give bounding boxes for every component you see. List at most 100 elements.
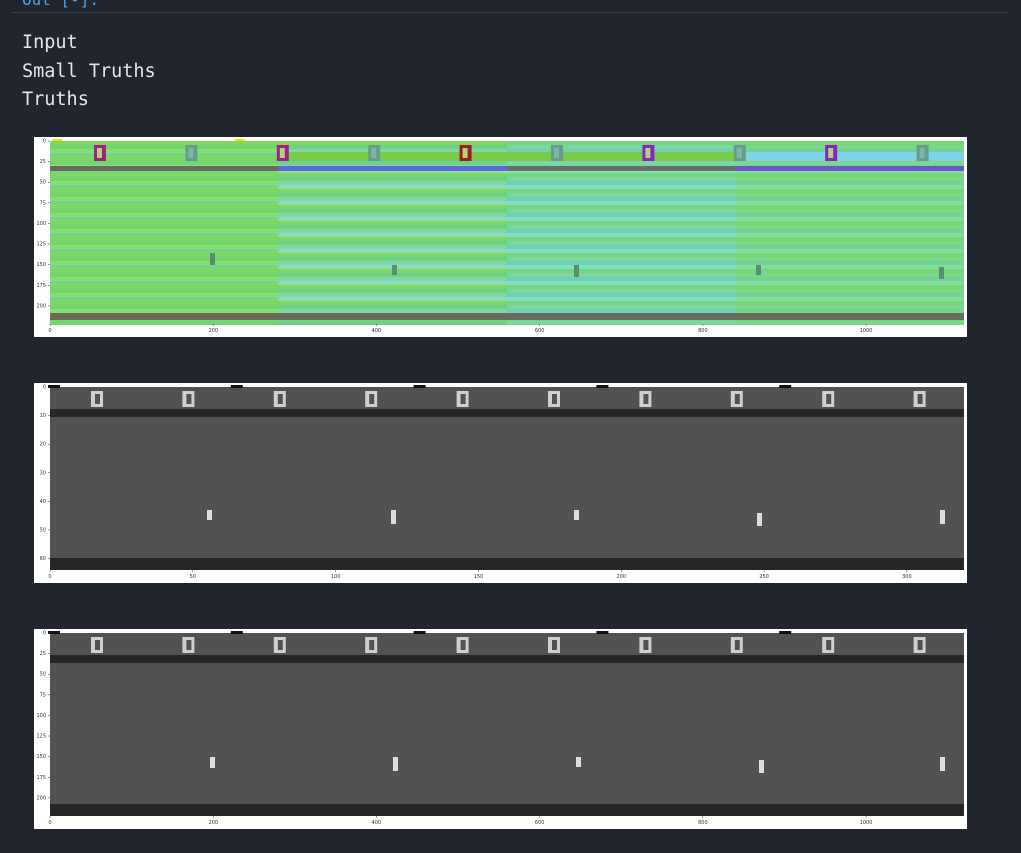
input-stripe — [50, 233, 279, 237]
input-stripe — [278, 289, 507, 293]
input-stripe — [50, 197, 279, 201]
input-stripe — [278, 201, 507, 205]
input-paddle — [939, 267, 944, 279]
input-stripe — [278, 237, 507, 241]
score-marker — [779, 631, 792, 634]
input-stripe — [278, 217, 507, 221]
score-marker — [48, 385, 60, 388]
x-tick-label: 0 — [48, 328, 51, 334]
input-stripe — [507, 185, 736, 189]
score-marker — [413, 631, 426, 634]
score-marker — [779, 385, 792, 388]
input-wall — [735, 166, 964, 171]
input-stripe — [50, 209, 279, 213]
input-stripe — [735, 301, 964, 305]
cell-output-text: Input Small Truths Truths — [22, 29, 156, 115]
input-stripe — [507, 257, 736, 261]
input-stripe — [507, 297, 736, 301]
input-stripe — [50, 245, 279, 249]
input-top-band — [735, 152, 964, 161]
x-tick-label: 0 — [48, 820, 51, 826]
input-score — [52, 139, 62, 141]
input-stripe — [735, 297, 964, 301]
y-tick-label: 0 — [43, 139, 46, 145]
input-stripe — [50, 237, 279, 241]
input-stripe — [507, 173, 736, 177]
input-stripe — [735, 189, 964, 193]
input-stripe — [507, 273, 736, 277]
input-stripe — [735, 225, 964, 229]
input-stripe — [278, 293, 507, 297]
y-tick-label: 50 — [40, 527, 46, 533]
x-tick-label: 50 — [190, 574, 196, 580]
input-stripe — [50, 141, 279, 145]
input-box-inner — [645, 148, 651, 158]
input-stripe — [278, 185, 507, 189]
input-stripe — [507, 281, 736, 285]
x-tick-label: 600 — [535, 820, 545, 826]
input-stripe — [507, 253, 736, 257]
input-stripe — [735, 305, 964, 309]
input-stripe — [735, 141, 964, 145]
frame-box-inner — [643, 394, 649, 404]
y-tick-label: 50 — [40, 180, 46, 186]
x-tick-label: 200 — [208, 820, 218, 826]
input-stripe — [50, 177, 279, 181]
input-stripe — [278, 305, 507, 309]
input-stripe — [507, 261, 736, 265]
y-tick-label: 25 — [40, 651, 46, 657]
input-stripe — [735, 229, 964, 233]
input-box-inner — [371, 148, 377, 158]
input-wall — [278, 166, 507, 171]
input-stripe — [50, 161, 279, 165]
input-stripe — [50, 249, 279, 253]
y-tick-label: 200 — [36, 795, 46, 801]
input-stripe — [507, 177, 736, 181]
input-stripe — [278, 141, 507, 145]
input-stripe — [50, 217, 279, 221]
input-stripe — [507, 161, 736, 165]
y-tick-label: 100 — [36, 713, 46, 719]
input-stripe — [50, 221, 279, 225]
input-stripe — [50, 309, 279, 313]
x-tick-label: 1000 — [860, 820, 873, 826]
input-stripe — [735, 181, 964, 185]
frame-box-inner — [917, 394, 923, 404]
input-stripe — [507, 233, 736, 237]
paddle-mark — [207, 510, 212, 520]
input-stripe — [507, 241, 736, 245]
input-stripe — [50, 265, 279, 269]
input-stripe — [735, 233, 964, 237]
frame-box-inner — [826, 640, 832, 650]
frame-box-inner — [826, 394, 832, 404]
input-stripe — [507, 237, 736, 241]
input-stripe — [50, 293, 279, 297]
input-box-inner — [828, 148, 834, 158]
input-stripe — [278, 213, 507, 217]
y-tick-label: 60 — [40, 556, 46, 562]
input-stripe — [735, 209, 964, 213]
small-truths-figure: 0 50 100 150 200 250 300 0 10 20 30 40 50 60 — [34, 383, 967, 583]
y-tick-label: 25 — [40, 159, 46, 165]
frame-box-inner — [277, 640, 283, 650]
input-stripe — [278, 193, 507, 197]
paddle-mark — [576, 757, 581, 767]
input-wall — [50, 166, 279, 171]
input-stripe — [278, 241, 507, 245]
input-figure: 0 200 400 600 800 1000 0 25 50 75 100 125 150 175 200 — [34, 137, 967, 337]
input-stripe — [735, 257, 964, 261]
paddle-mark — [940, 757, 945, 771]
input-stripe — [278, 249, 507, 253]
input-stripe — [507, 321, 736, 325]
frame-box-inner — [186, 394, 192, 404]
input-stripe — [278, 277, 507, 281]
y-tick-label: 150 — [36, 754, 46, 760]
input-stripe — [278, 161, 507, 165]
top-wall — [50, 409, 964, 417]
input-stripe — [278, 189, 507, 193]
input-stripe — [735, 309, 964, 313]
y-tick-label: 125 — [36, 242, 46, 248]
input-score — [600, 139, 611, 141]
input-stripe — [507, 309, 736, 313]
input-stripe — [735, 273, 964, 277]
